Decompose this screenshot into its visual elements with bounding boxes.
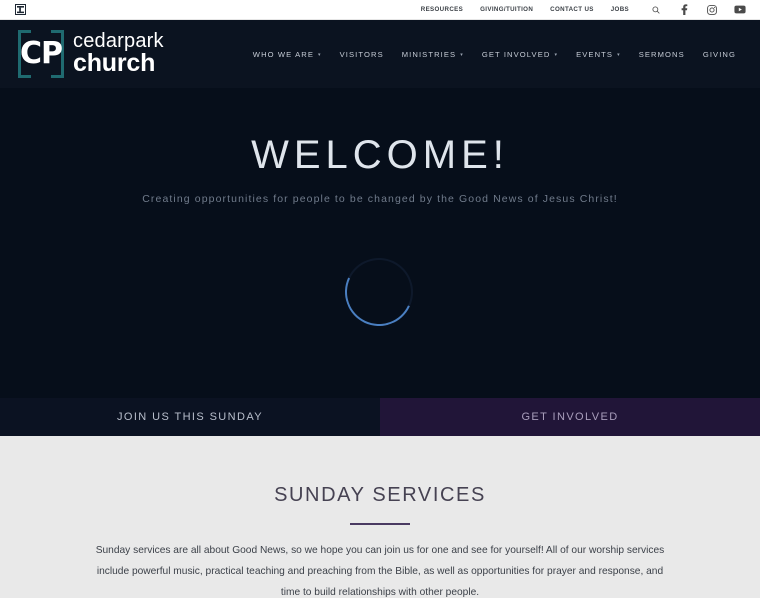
logo-wordmark: cedarpark church [73, 31, 164, 77]
chevron-down-icon: ▾ [617, 51, 621, 58]
hero-title: WELCOME! [251, 133, 509, 177]
utility-link-jobs[interactable]: JOBS [611, 6, 629, 13]
section-title: SUNDAY SERVICES [274, 484, 486, 506]
nav-item-ministries[interactable]: MINISTRIES ▾ [402, 50, 464, 59]
section-body-text: Sunday services are all about Good News,… [95, 545, 665, 598]
cta-join-us-this-sunday[interactable]: JOIN US THIS SUNDAY [0, 398, 380, 436]
logo-word-church: church [73, 49, 156, 78]
nav-label-sermons: SERMONS [638, 49, 685, 59]
site-header: CP cedarpark church WHO WE ARE ▾ VISITOR… [0, 20, 760, 88]
chevron-down-icon: ▾ [554, 51, 559, 58]
utility-link-giving-tuition[interactable]: GIVING/TUITION [480, 6, 533, 13]
section-accent-rule [350, 523, 410, 525]
loading-spinner-icon [335, 248, 423, 336]
utility-link-resources[interactable]: RESOURCES [421, 6, 463, 13]
sunday-services-section: SUNDAY SERVICES Sunday services are all … [0, 436, 760, 598]
logo-mark-icon: CP [18, 30, 64, 78]
nav-item-visitors[interactable]: VISITORS [340, 50, 384, 59]
logo-word-cedarpark: cedarpark [73, 30, 164, 53]
nav-label-giving: GIVING [702, 49, 736, 59]
hero-subtitle: Creating opportunities for people to be … [142, 193, 618, 205]
chevron-down-icon: ▾ [460, 51, 464, 58]
utility-links: RESOURCES GIVING/TUITION CONTACT US JOBS [421, 4, 746, 16]
site-logo[interactable]: CP cedarpark church [18, 30, 164, 78]
instagram-icon[interactable] [706, 4, 718, 16]
facebook-icon[interactable] [678, 4, 690, 16]
nav-label-events: EVENTS [576, 49, 614, 59]
hero-banner: WELCOME! Creating opportunities for peop… [0, 88, 760, 398]
cta-get-involved-label: GET INVOLVED [521, 411, 619, 423]
search-icon[interactable] [650, 4, 662, 16]
nav-item-giving[interactable]: GIVING [703, 50, 736, 59]
nav-item-events[interactable]: EVENTS ▾ [576, 50, 621, 59]
utility-link-contact-us[interactable]: CONTACT US [550, 6, 594, 13]
youtube-icon[interactable] [734, 4, 746, 16]
logo-monogram: CP [19, 36, 63, 71]
utility-bar: RESOURCES GIVING/TUITION CONTACT US JOBS [0, 0, 760, 20]
main-navigation: WHO WE ARE ▾ VISITORS MINISTRIES ▾ GET I… [253, 50, 742, 59]
chevron-down-icon: ▾ [318, 51, 322, 58]
nav-label-ministries: MINISTRIES [401, 49, 457, 59]
nav-item-get-involved[interactable]: GET INVOLVED ▾ [482, 50, 558, 59]
nav-item-who-we-are[interactable]: WHO WE ARE ▾ [253, 50, 322, 59]
site-glyph-icon[interactable] [14, 3, 27, 16]
utility-icon-group [650, 4, 746, 16]
nav-label-get-involved: GET INVOLVED [481, 49, 551, 59]
nav-label-who-we-are: WHO WE ARE [252, 49, 315, 59]
nav-item-sermons[interactable]: SERMONS [639, 50, 685, 59]
hero-content: WELCOME! Creating opportunities for peop… [0, 133, 760, 205]
cta-join-us-label: JOIN US THIS SUNDAY [117, 411, 263, 423]
nav-label-visitors: VISITORS [339, 49, 384, 59]
cta-bar: JOIN US THIS SUNDAY GET INVOLVED [0, 398, 760, 436]
cta-get-involved[interactable]: GET INVOLVED [380, 398, 760, 436]
